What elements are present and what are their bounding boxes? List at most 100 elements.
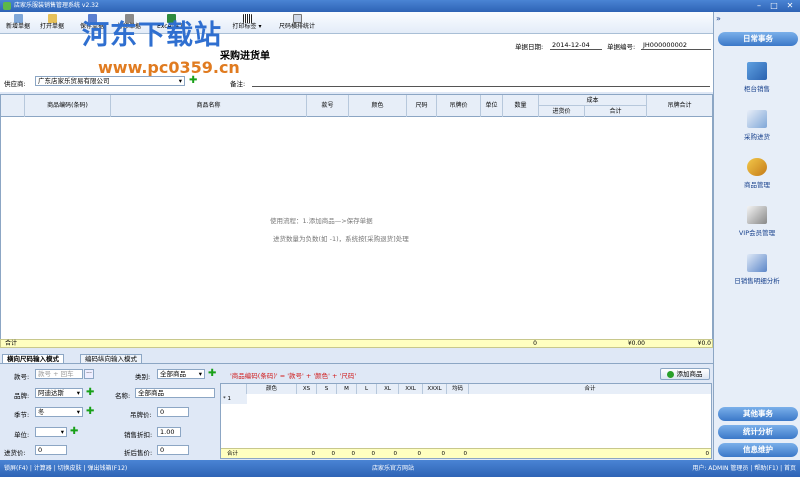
watermark-url: www.pc0359.cn	[98, 58, 240, 77]
tag-price-input[interactable]: 0	[157, 407, 189, 417]
official-site-link[interactable]: 店家乐官方网站	[372, 460, 414, 477]
style-label: 款号:	[14, 373, 30, 381]
supplier-select[interactable]: 广东店家乐贸易有限公司 ▾	[35, 76, 185, 86]
open-document-button[interactable]: 打开单据	[38, 12, 66, 34]
season-label: 季节:	[14, 411, 30, 419]
discount-input[interactable]: 1.00	[157, 427, 181, 437]
total-qty: 0	[533, 340, 537, 347]
check-icon	[667, 370, 675, 378]
sidebar-item-purchase[interactable]: 采购进货	[714, 110, 800, 141]
discount-label: 销售折扣:	[124, 431, 153, 439]
input-mode-tabs: 横向尺码输入模式 编码纵向输入模式	[0, 353, 713, 364]
cashier-icon	[747, 62, 767, 80]
sidebar-item-vip[interactable]: VIP会员管理	[714, 206, 800, 237]
size-stats-icon	[292, 14, 302, 23]
size-col-xxl[interactable]: XXL	[399, 384, 423, 394]
barcode-icon	[242, 14, 252, 23]
size-col-free[interactable]: 均码	[447, 384, 469, 394]
col-tag-total[interactable]: 吊牌合计	[647, 95, 712, 117]
purchase-price-input[interactable]: 0	[35, 445, 67, 455]
statistics-header[interactable]: 统计分析	[718, 425, 798, 439]
col-tag-price[interactable]: 吊牌价	[437, 95, 481, 117]
chevron-down-icon: ▾	[76, 389, 80, 397]
more-icon[interactable]: ···	[84, 369, 94, 379]
remark-field[interactable]	[252, 86, 710, 87]
date-value[interactable]: 2014-12-04	[552, 41, 590, 49]
new-document-button[interactable]: 新增单据	[4, 12, 32, 34]
col-purchase-price[interactable]: 进货价	[539, 106, 585, 117]
total-tag: ¥0.0	[697, 340, 711, 347]
goods-icon	[747, 158, 767, 176]
remark-label: 备注:	[230, 80, 246, 88]
size-col-s[interactable]: S	[317, 384, 337, 394]
size-grid[interactable]: 颜色 XS S M L XL XXL XXXL 均码 合计 * 1 合计 0 0…	[220, 383, 712, 459]
name-label: 名称:	[115, 392, 131, 400]
status-shortcuts[interactable]: 锁屏(F4) | 计算器 | 切换皮肤 | 弹出钱箱(F12)	[4, 460, 127, 477]
number-label: 单据编号:	[607, 43, 636, 51]
col-name[interactable]: 商品名称	[111, 95, 307, 117]
brand-select[interactable]: 阿迪达斯 ▾	[35, 388, 83, 398]
print-label-button[interactable]: 打印标签 ▾	[228, 12, 266, 34]
grid-header: 商品编码(条码) 商品名称 款号 颜色 尺码 吊牌价 单位 数量 成本 进货价 …	[1, 95, 712, 117]
total-label: 合计	[5, 340, 18, 347]
new-row-marker: * 1	[221, 394, 247, 404]
add-season-icon[interactable]: ✚	[86, 407, 94, 417]
unit-label: 单位:	[14, 431, 30, 439]
brand-label: 品牌:	[14, 392, 30, 400]
watermark-logo: 河东下载站	[82, 20, 222, 51]
close-button[interactable]: ✕	[784, 1, 796, 11]
daily-affairs-header[interactable]: 日常事务	[718, 32, 798, 46]
code-formula: '商品编码(条码)' = '款号' + '颜色' + '尺码'	[230, 372, 357, 380]
size-total-row: 合计 0 0 0 0 0 0 0 0 0	[221, 448, 711, 458]
info-maintenance-header[interactable]: 信息维护	[718, 443, 798, 457]
add-unit-icon[interactable]: ✚	[70, 427, 78, 437]
chevron-down-icon: ▾	[178, 77, 182, 85]
chevron-down-icon: ▾	[60, 428, 64, 436]
sidebar-item-cashier[interactable]: 柜台销售	[714, 62, 800, 93]
purchase-price-label: 进货价:	[4, 449, 26, 457]
maximize-button[interactable]: □	[768, 1, 780, 11]
return-hint: 进货数量为负数(如 -1)，系统按[采购退货]处理	[273, 235, 409, 243]
number-value: JH000000002	[643, 41, 688, 49]
season-select[interactable]: 冬 ▾	[35, 407, 83, 417]
col-qty[interactable]: 数量	[503, 95, 539, 117]
other-affairs-header[interactable]: 其他事务	[718, 407, 798, 421]
discount-price-input[interactable]: 0	[157, 445, 189, 455]
discount-price-label: 折后售价:	[124, 449, 153, 457]
col-style[interactable]: 款号	[307, 95, 349, 117]
supplier-label: 供应商:	[4, 80, 26, 88]
col-color[interactable]: 颜色	[349, 95, 407, 117]
size-stats-button[interactable]: 尺码横排统计	[274, 12, 320, 34]
unit-select[interactable]: ▾	[35, 427, 67, 437]
size-col-xs[interactable]: XS	[297, 384, 317, 394]
sidebar-item-goods[interactable]: 商品管理	[714, 158, 800, 189]
style-input[interactable]: 款号 + 回车	[35, 369, 83, 379]
col-cost-total[interactable]: 合计	[585, 106, 647, 117]
col-size[interactable]: 尺码	[407, 95, 437, 117]
add-category-icon[interactable]: ✚	[208, 369, 216, 379]
size-col-total[interactable]: 合计	[469, 384, 711, 394]
size-col-xxxl[interactable]: XXXL	[423, 384, 447, 394]
add-goods-button[interactable]: 添加商品	[660, 368, 710, 380]
purchase-icon	[747, 110, 767, 128]
size-col-color[interactable]: 颜色	[247, 384, 297, 394]
size-col-m[interactable]: M	[337, 384, 357, 394]
minimize-button[interactable]: –	[753, 1, 765, 11]
collapse-icon[interactable]: »	[716, 14, 721, 23]
size-col-xl[interactable]: XL	[377, 384, 399, 394]
status-user[interactable]: 用户: ADMIN 管理员 | 帮助(F1) | 首页	[692, 460, 796, 477]
name-input[interactable]: 全部商品	[135, 388, 215, 398]
sidebar-item-analysis[interactable]: 日销售明细分析	[714, 254, 800, 285]
size-col-l[interactable]: L	[357, 384, 377, 394]
col-code[interactable]: 商品编码(条码)	[25, 95, 111, 117]
chevron-down-icon: ▾	[198, 370, 202, 378]
category-select[interactable]: 全部商品 ▾	[157, 369, 205, 379]
col-cost-group: 成本	[539, 95, 647, 106]
category-label: 类别:	[135, 373, 151, 381]
open-document-icon	[47, 14, 57, 23]
analysis-icon	[747, 254, 767, 272]
total-cost: ¥0.00	[627, 340, 645, 347]
add-supplier-icon[interactable]: ✚	[189, 76, 197, 86]
add-brand-icon[interactable]: ✚	[86, 388, 94, 398]
col-unit[interactable]: 单位	[481, 95, 503, 117]
